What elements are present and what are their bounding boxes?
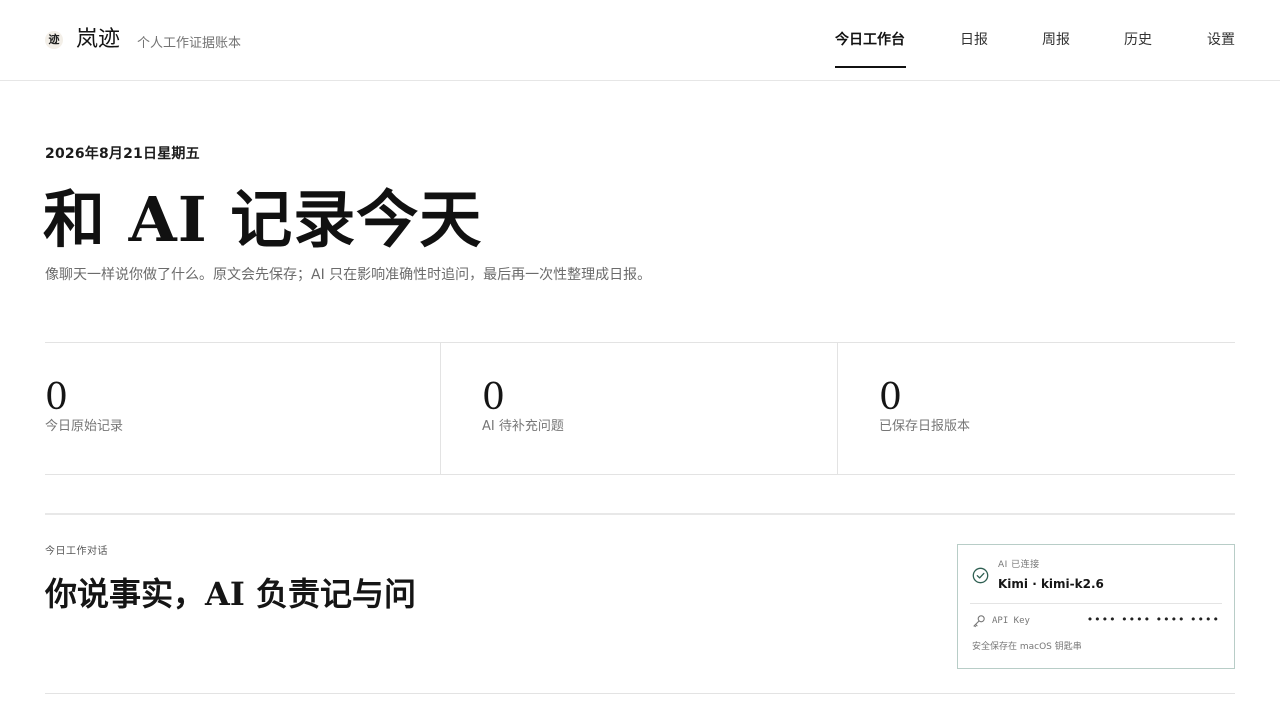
stat-value: 0 <box>482 377 505 418</box>
stat-label: 已保存日报版本 <box>879 419 971 434</box>
page-title: 和 AI 记录今天 <box>43 183 483 256</box>
stat-label: AI 待补充问题 <box>482 419 564 434</box>
section-divider <box>45 513 1235 515</box>
nav-active-indicator <box>835 66 906 68</box>
stat-label: 今日原始记录 <box>45 419 124 434</box>
stat-raw-records: 0 今日原始记录 <box>45 343 441 474</box>
stat-value: 0 <box>45 377 68 418</box>
current-date: 2026年8月21日星期五 <box>45 146 200 162</box>
api-key-masked-value: •••• •••• •••• •••• <box>1086 613 1220 626</box>
page-subtitle: 像聊天一样说你做了什么。原文会先保存；AI 只在影响准确性时追问，最后再一次性整… <box>45 267 652 283</box>
stat-pending-questions: 0 AI 待补充问题 <box>441 343 838 474</box>
nav-item-daily-report[interactable]: 日报 <box>960 30 988 50</box>
main-nav: 今日工作台 日报 周报 历史 设置 <box>0 30 1280 70</box>
nav-item-weekly-report[interactable]: 周报 <box>1042 30 1070 50</box>
key-icon <box>973 615 985 628</box>
ai-connection-status: AI 已连接 <box>998 560 1040 570</box>
nav-item-today[interactable]: 今日工作台 <box>835 30 905 50</box>
section-title: 你说事实，AI 负责记与问 <box>45 575 416 613</box>
stats-row: 0 今日原始记录 0 AI 待补充问题 0 已保存日报版本 <box>45 342 1235 475</box>
check-circle-icon <box>972 567 989 584</box>
section-eyebrow: 今日工作对话 <box>45 546 108 557</box>
nav-item-history[interactable]: 历史 <box>1124 30 1152 50</box>
app-header: 迹 岚迹 个人工作证据账本 今日工作台 日报 周报 历史 设置 <box>0 0 1280 81</box>
section-divider-bottom <box>45 693 1235 694</box>
nav-item-settings[interactable]: 设置 <box>1207 30 1235 50</box>
ai-model-name: Kimi · kimi-k2.6 <box>998 577 1104 591</box>
ai-connection-card[interactable]: AI 已连接 Kimi · kimi-k2.6 API Key •••• •••… <box>957 544 1235 669</box>
card-divider <box>970 603 1222 604</box>
stat-saved-versions: 0 已保存日报版本 <box>838 343 1235 474</box>
stat-value: 0 <box>879 377 902 418</box>
keychain-note: 安全保存在 macOS 钥匙串 <box>972 642 1082 652</box>
api-key-label: API Key <box>992 616 1030 626</box>
